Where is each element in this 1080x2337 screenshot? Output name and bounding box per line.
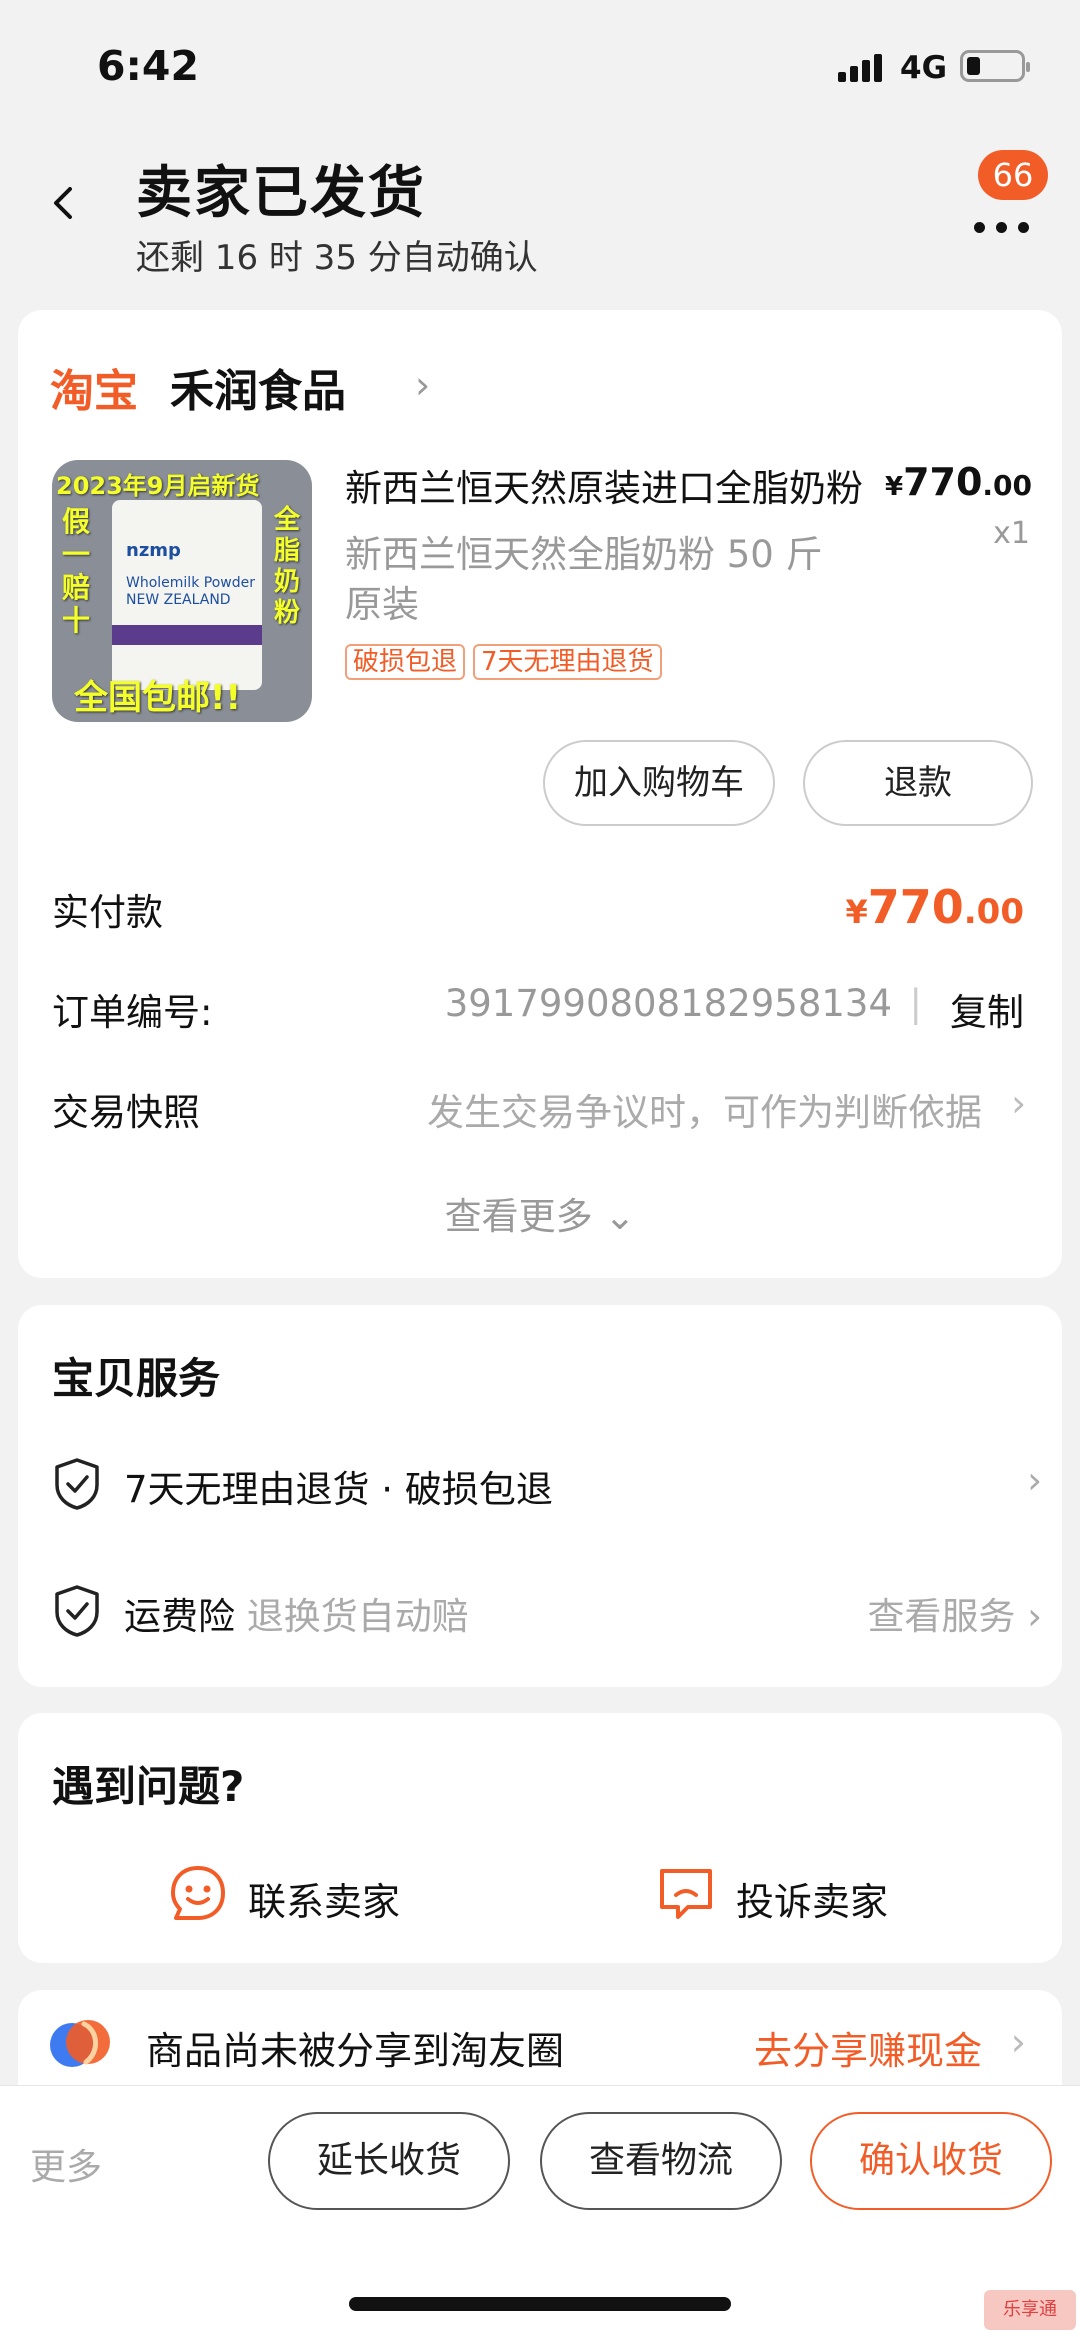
paid-label: 实付款	[52, 891, 163, 934]
product-title[interactable]: 新西兰恒天然原装进口全脂奶粉	[345, 458, 865, 512]
battery-icon	[960, 50, 1030, 82]
page-title: 卖家已发货	[136, 161, 426, 226]
watermark-logo: 乐享通	[984, 2290, 1076, 2330]
image-product-name: Wholemilk Powder NEW ZEALAND	[126, 575, 255, 608]
share-earn-link[interactable]: 去分享赚现金	[754, 2020, 982, 2075]
message-badge: 66	[978, 150, 1048, 200]
product-quantity: x1	[993, 516, 1030, 551]
shield-check-icon	[55, 1585, 99, 1637]
product-bag: nzmp Wholemilk Powder NEW ZEALAND	[112, 500, 262, 690]
taoyou-circle-icon	[50, 2020, 110, 2067]
shipping-insurance-label: 运费险	[124, 1595, 235, 1638]
more-button[interactable]: 更多	[30, 2138, 102, 2190]
chevron-right-icon: ›	[1011, 1082, 1026, 1125]
more-dots-icon	[974, 222, 1034, 234]
share-status-text: 商品尚未被分享到淘友圈	[146, 2029, 565, 2073]
product-image[interactable]: nzmp Wholemilk Powder NEW ZEALAND 2023年9…	[52, 460, 312, 722]
product-price-int: 770	[903, 460, 983, 504]
help-title: 遇到问题?	[52, 1762, 245, 1811]
chevron-down-icon: ⌄	[604, 1195, 636, 1238]
complaint-icon	[660, 1869, 712, 1919]
view-more-label: 查看更多	[444, 1195, 593, 1238]
shipping-insurance-desc: 退换货自动赔	[246, 1595, 469, 1638]
complain-seller-label: 投诉卖家	[736, 1880, 889, 1924]
product-tags: 破损包退 7天无理由退货	[345, 644, 670, 680]
home-indicator[interactable]	[349, 2297, 731, 2311]
refund-button[interactable]: 退款	[803, 740, 1033, 826]
return-policy-text: 7天无理由退货 · 破损包退	[124, 1468, 553, 1511]
page-header: 卖家已发货 还剩 16 时 35 分自动确认 66	[0, 130, 1080, 290]
confirm-receipt-button[interactable]: 确认收货	[810, 2112, 1052, 2210]
status-bar: 6:42 4G	[0, 0, 1080, 130]
chat-bubble-icon	[171, 1866, 225, 1920]
shield-check-icon	[55, 1458, 99, 1510]
services-title: 宝贝服务	[52, 1354, 221, 1403]
product-price: ¥770.00	[885, 460, 1032, 504]
signal-icon	[838, 50, 888, 82]
product-spec: 新西兰恒天然全脂奶粉 50 斤原装	[345, 533, 823, 626]
status-time: 6:42	[97, 42, 199, 90]
network-type: 4G	[900, 50, 948, 86]
extend-receipt-button[interactable]: 延长收货	[268, 2112, 510, 2210]
snapshot-label[interactable]: 交易快照	[52, 1082, 200, 1136]
view-service-label: 查看服务	[867, 1595, 1016, 1638]
paid-int: 770	[867, 880, 964, 934]
shop-name[interactable]: 禾润食品	[170, 355, 346, 419]
chevron-right-icon: ›	[1027, 1595, 1042, 1638]
contact-seller-label: 联系卖家	[248, 1880, 401, 1924]
chevron-right-icon: ›	[415, 363, 431, 407]
product-price-dec: .00	[982, 469, 1032, 502]
image-caption-bottom: 全国包邮!!	[74, 678, 242, 718]
view-logistics-button[interactable]: 查看物流	[540, 2112, 782, 2210]
paid-dec: .00	[963, 892, 1024, 932]
tag-damage-return: 破损包退	[345, 644, 466, 680]
snapshot-hint[interactable]: 发生交易争议时，可作为判断依据	[427, 1082, 982, 1136]
divider: |	[909, 982, 922, 1025]
chevron-right-icon: ›	[1027, 1459, 1042, 1502]
product-price-currency: ¥	[884, 472, 904, 502]
return-policy-row[interactable]: 7天无理由退货 · 破损包退 ›	[52, 1453, 1042, 1513]
shipping-insurance-row[interactable]: 运费险 退换货自动赔 查看服务 ›	[52, 1580, 1042, 1640]
tag-7day-return: 7天无理由退货	[473, 644, 662, 680]
paid-currency: ¥	[845, 893, 868, 931]
share-card[interactable]: 商品尚未被分享到淘友圈 去分享赚现金 ›	[18, 1990, 1062, 2090]
view-more-button[interactable]: 查看更多 ⌄	[18, 1186, 1062, 1240]
image-caption-left: 假一赔十	[62, 505, 91, 637]
more-menu-button[interactable]: 66	[968, 150, 1048, 250]
order-number-label: 订单编号:	[52, 991, 213, 1034]
shipping-insurance-text: 运费险 退换货自动赔	[124, 1586, 469, 1640]
order-number: 3917990808182958134	[444, 982, 892, 1025]
help-card: 遇到问题? 联系卖家 投诉卖家	[18, 1713, 1062, 1963]
services-card: 宝贝服务 7天无理由退货 · 破损包退 › 运费险 退换货自动赔 查看服务 ›	[18, 1305, 1062, 1687]
paid-amount: ¥770.00	[845, 880, 1024, 934]
image-brand: nzmp	[126, 540, 181, 561]
chevron-right-icon: ›	[1010, 2020, 1026, 2064]
order-card: 淘宝 禾润食品 › nzmp Wholemilk Powder NEW ZEAL…	[18, 310, 1062, 1278]
copy-button[interactable]: 复制	[950, 982, 1024, 1036]
add-to-cart-button[interactable]: 加入购物车	[543, 740, 775, 826]
image-caption-top: 2023年9月启新货	[56, 472, 260, 500]
view-service-link[interactable]: 查看服务 ›	[867, 1586, 1042, 1640]
taobao-logo: 淘宝	[50, 366, 138, 417]
auto-confirm-countdown: 还剩 16 时 35 分自动确认	[136, 238, 538, 278]
image-caption-right: 全脂奶粉	[274, 505, 301, 628]
back-icon[interactable]	[46, 185, 82, 221]
